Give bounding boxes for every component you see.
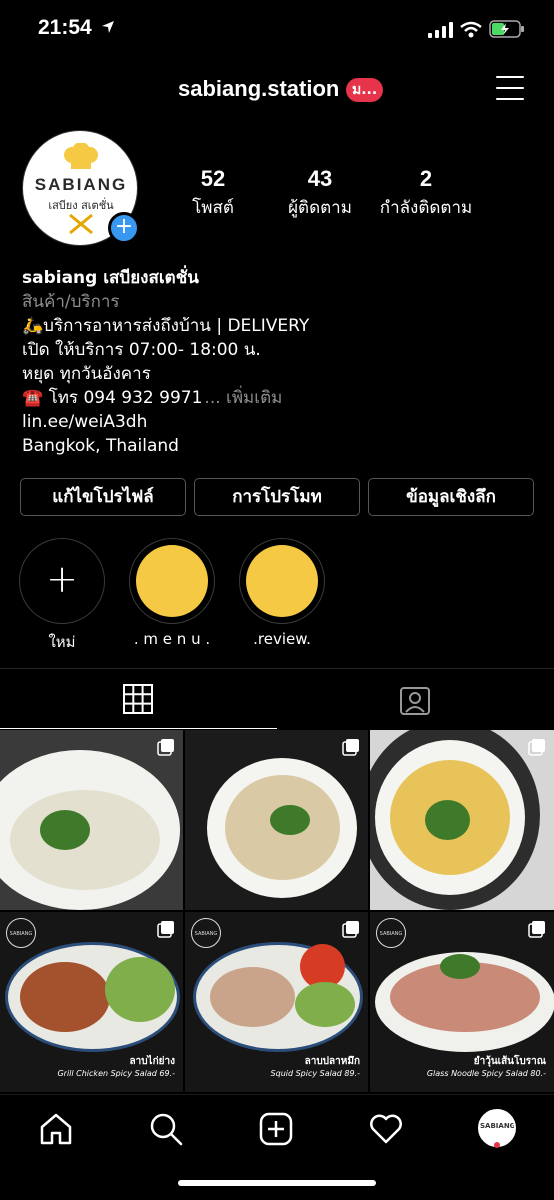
highlight-ring	[129, 538, 215, 624]
highlight-ring: +	[19, 538, 105, 624]
highlight-cover	[246, 545, 318, 617]
dish-english: Squid Spicy Salad	[270, 1069, 342, 1078]
phone-text: ☎️ โทร 094 932 9971	[22, 388, 203, 408]
home-icon[interactable]	[38, 1111, 74, 1147]
multi-photo-icon	[157, 921, 174, 938]
posts-count: 52	[200, 166, 226, 191]
highlight-ring	[239, 538, 325, 624]
profile-location[interactable]: Bangkok, Thailand	[22, 434, 542, 458]
food-herbs	[40, 810, 90, 850]
new-post-icon[interactable]	[258, 1111, 294, 1147]
bio-line: 🛵บริการอาหารส่งถึงบ้าน | DELIVERY	[22, 316, 310, 336]
profile-tab-brand: SABIANG	[480, 1122, 516, 1130]
profile-bio: sabiang เสบียงสเตชั่น สินค้า/บริการ 🛵บริ…	[22, 266, 542, 458]
profile-notification-dot	[494, 1142, 500, 1148]
post-thumbnail[interactable]	[370, 730, 554, 910]
followers-count: 43	[307, 166, 333, 191]
plus-icon: +	[46, 557, 78, 601]
multi-photo-icon	[157, 739, 174, 756]
fork-spoon-icon	[69, 213, 93, 235]
multi-photo-icon	[342, 739, 359, 756]
bio-line: หยุด ทุกวันอังคาร	[22, 364, 151, 384]
wifi-icon	[460, 21, 482, 38]
dish-name: ยำวุ้นเส้นโบราณ	[473, 1056, 546, 1067]
followers-label: ผู้ติดตาม	[288, 198, 352, 218]
dish-english: Glass Noodle Spicy Salad	[426, 1069, 528, 1078]
dish-price: 89.-	[344, 1069, 360, 1078]
highlight-label: ใหม่	[48, 633, 76, 651]
post-thumbnail[interactable]	[185, 730, 368, 910]
edit-profile-button[interactable]: แก้ไขโปรไฟล์	[20, 478, 186, 516]
post-thumbnail[interactable]: SABIANG ยำวุ้นเส้นโบราณ Glass Noodle Spic…	[370, 912, 554, 1092]
following-label: กำลังติดตาม	[379, 198, 473, 218]
food-dish	[210, 967, 295, 1027]
post-caption: ลาบปลาหมึก Squid Spicy Salad 89.-	[271, 1054, 360, 1078]
highlight-menu[interactable]: . m e n u .	[128, 538, 216, 648]
status-bar: 21:54	[0, 0, 554, 60]
cellular-signal-icon	[428, 22, 453, 38]
profile-navbar: sabiang.station ม...	[0, 70, 554, 110]
post-caption: ยำวุ้นเส้นโบราณ Glass Noodle Spicy Salad …	[427, 1054, 546, 1078]
notification-badge[interactable]: ม...	[346, 78, 384, 102]
multi-photo-icon	[528, 921, 545, 938]
food-herbs	[425, 800, 470, 840]
avatar-brand-text: SABIANG	[34, 175, 128, 194]
post-thumbnail[interactable]: SABIANG ลาบไก่ย่าง Grill Chicken Spicy Sa…	[0, 912, 183, 1092]
search-icon[interactable]	[148, 1111, 184, 1147]
food-veg	[295, 982, 355, 1027]
posts-grid: SABIANG ลาบไก่ย่าง Grill Chicken Spicy Sa…	[0, 730, 554, 1092]
grid-icon	[123, 684, 153, 714]
heart-icon[interactable]	[368, 1111, 404, 1147]
dish-name: ลาบไก่ย่าง	[129, 1056, 175, 1067]
food-dish	[20, 962, 110, 1032]
tab-tagged[interactable]	[277, 669, 554, 729]
add-story-plus-icon[interactable]: +	[108, 212, 140, 244]
stat-posts[interactable]: 52 โพสต์	[180, 166, 246, 221]
insights-button[interactable]: ข้อมูลเชิงลึก	[368, 478, 534, 516]
highlight-new[interactable]: + ใหม่	[18, 538, 106, 654]
posts-label: โพสต์	[192, 198, 234, 218]
food-veg	[105, 957, 175, 1022]
post-thumbnail[interactable]	[0, 730, 183, 910]
see-more-link[interactable]: ... เพิ่มเติม	[204, 388, 282, 408]
profile-display-name: sabiang เสบียงสเตชั่น	[22, 268, 199, 288]
highlight-label: .review.	[253, 630, 311, 648]
multi-photo-icon	[342, 921, 359, 938]
profile-tabs	[0, 668, 554, 729]
home-indicator[interactable]	[178, 1180, 376, 1186]
promotions-button[interactable]: การโปรโมท	[194, 478, 360, 516]
post-caption: ลาบไก่ย่าง Grill Chicken Spicy Salad 69.-	[57, 1054, 175, 1078]
stat-followers[interactable]: 43 ผู้ติดตาม	[280, 166, 360, 221]
chef-hat-icon	[64, 143, 98, 169]
food-herbs	[270, 805, 310, 835]
bio-line-phone: ☎️ โทร 094 932 9971... เพิ่มเติม	[22, 386, 542, 410]
food-herbs	[440, 954, 480, 979]
tab-posts-grid[interactable]	[0, 669, 277, 729]
bio-line: เปิด ให้บริการ 07:00- 18:00 น.	[22, 340, 261, 360]
location-arrow-icon	[102, 21, 114, 33]
multi-photo-icon	[528, 739, 545, 756]
dish-price: 69.-	[159, 1069, 175, 1078]
profile-link[interactable]: lin.ee/weiA3dh	[22, 410, 542, 434]
sabiang-logo-mini: SABIANG	[6, 918, 36, 948]
profile-username[interactable]: sabiang.station	[178, 76, 339, 102]
sabiang-logo-mini: SABIANG	[191, 918, 221, 948]
highlight-cover	[136, 545, 208, 617]
post-thumbnail[interactable]: SABIANG ลาบปลาหมึก Squid Spicy Salad 89.-	[185, 912, 368, 1092]
following-count: 2	[419, 166, 433, 191]
tagged-person-icon	[400, 687, 430, 715]
status-time: 21:54	[38, 16, 92, 39]
highlight-label: . m e n u .	[133, 630, 211, 648]
stat-following[interactable]: 2 กำลังติดตาม	[376, 166, 476, 221]
highlight-review[interactable]: .review.	[238, 538, 326, 648]
profile-category: สินค้า/บริการ	[22, 292, 120, 312]
sabiang-logo-mini: SABIANG	[376, 918, 406, 948]
dish-english: Grill Chicken Spicy Salad	[57, 1069, 157, 1078]
battery-charging-icon	[489, 20, 524, 38]
hamburger-menu-icon[interactable]	[496, 76, 526, 102]
dish-name: ลาบปลาหมึก	[304, 1056, 360, 1067]
dish-price: 80.-	[530, 1069, 546, 1078]
